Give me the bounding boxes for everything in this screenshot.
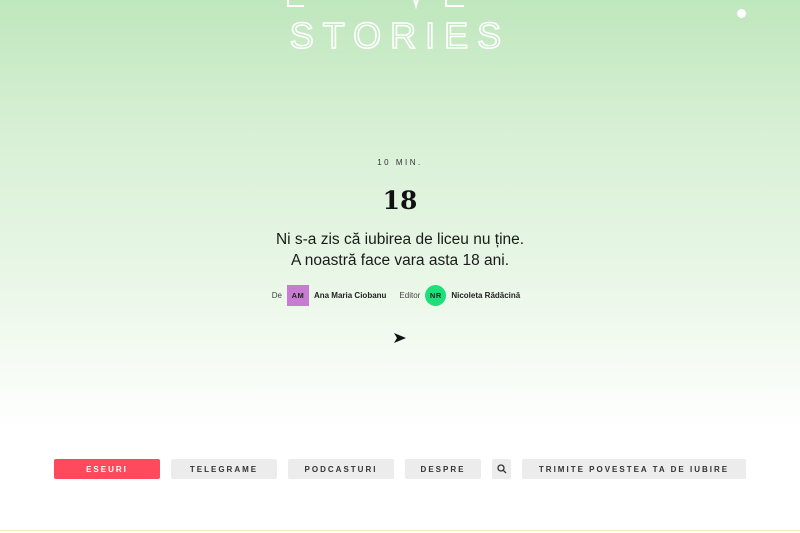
site-logo[interactable]: STORIES (0, 0, 800, 50)
nav-podcasturi-button[interactable]: PODCASTURI (288, 459, 394, 479)
article-credits: De AM Ana Maria Ciobanu Editor NR Nicole… (0, 285, 800, 306)
editor-avatar[interactable]: NR (425, 285, 447, 306)
read-time: 10 MIN. (377, 158, 423, 167)
nav-submit-story-button[interactable]: TRIMITE POVESTEA TA DE IUBIRE (522, 459, 746, 479)
menu-dot-icon[interactable] (737, 9, 746, 18)
article-title: 18 (382, 186, 418, 215)
nav-eseuri-button[interactable]: ESEURI (54, 459, 160, 479)
article-subtitle: Ni s-a zis că iubirea de liceu nu ține. … (0, 229, 800, 271)
main-nav: ESEURI TELEGRAME PODCASTURI DESPRE TRIMI… (0, 459, 800, 479)
heart-arrow-glyph (394, 333, 406, 343)
search-icon (496, 464, 506, 474)
love-stories-logo: STORIES (287, 0, 510, 50)
divider (0, 530, 800, 531)
editor-name[interactable]: Nicoleta Rădăcină (451, 291, 520, 300)
heart-arrow-icon[interactable] (393, 331, 407, 343)
author-avatar[interactable]: AM (286, 285, 309, 306)
logo-stories-text: STORIES (290, 15, 510, 50)
editor-label: Editor (399, 291, 421, 300)
nav-telegrame-button[interactable]: TELEGRAME (171, 459, 277, 479)
author-label: De (271, 291, 282, 300)
nav-despre-button[interactable]: DESPRE (405, 459, 481, 479)
subtitle-line-2: A noastră face vara asta 18 ani. (291, 252, 509, 269)
nav-search-button[interactable] (492, 459, 511, 479)
author-name[interactable]: Ana Maria Ciobanu (314, 291, 386, 300)
subtitle-line-1: Ni s-a zis că iubirea de liceu nu ține. (275, 231, 525, 248)
